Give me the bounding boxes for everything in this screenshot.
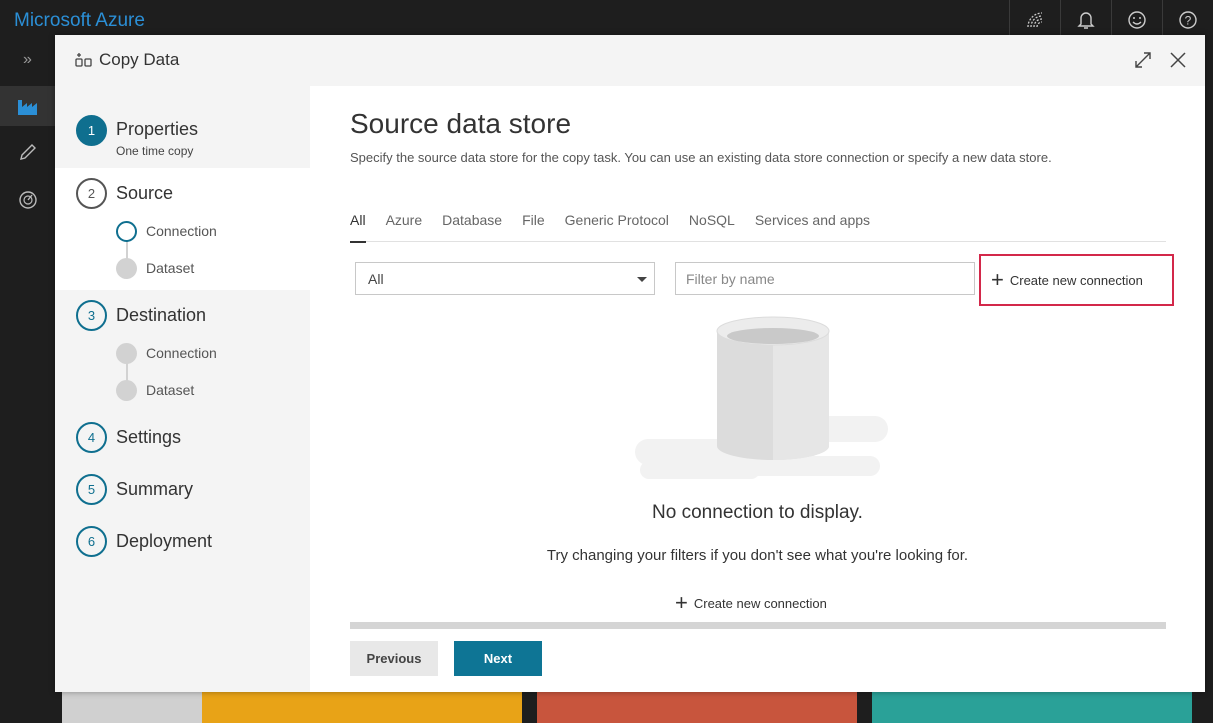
substep-indicator bbox=[116, 380, 137, 401]
background-tile bbox=[872, 690, 1192, 723]
step-number: 4 bbox=[76, 422, 107, 453]
step-number: 6 bbox=[76, 526, 107, 557]
copy-data-icon bbox=[75, 51, 93, 72]
help-icon[interactable]: ? bbox=[1162, 0, 1213, 40]
step-label: Summary bbox=[116, 479, 194, 499]
next-button[interactable]: Next bbox=[454, 641, 542, 676]
background-tile bbox=[202, 690, 522, 723]
step-label: Properties bbox=[116, 119, 199, 139]
svg-text:?: ? bbox=[1185, 14, 1192, 28]
dialog-title: Copy Data bbox=[99, 50, 180, 69]
page-title: Source data store bbox=[350, 108, 572, 139]
close-icon[interactable] bbox=[1165, 47, 1191, 73]
horizontal-scrollbar[interactable] bbox=[350, 622, 1166, 629]
substep-dataset[interactable]: Dataset bbox=[146, 260, 194, 276]
tab-generic-protocol[interactable]: Generic Protocol bbox=[565, 212, 669, 242]
page-description: Specify the source data store for the co… bbox=[350, 150, 1052, 165]
source-data-store-panel: Source data store Specify the source dat… bbox=[310, 86, 1205, 692]
top-icons: ? bbox=[1009, 0, 1213, 40]
brand-title[interactable]: Microsoft Azure bbox=[14, 10, 145, 32]
step-label: Destination bbox=[116, 305, 207, 325]
previous-button[interactable]: Previous bbox=[350, 641, 438, 676]
substep-indicator bbox=[116, 258, 137, 279]
expand-icon[interactable]: » bbox=[0, 40, 55, 80]
tab-services-and-apps[interactable]: Services and apps bbox=[755, 212, 870, 242]
step-label: Deployment bbox=[116, 531, 213, 551]
expand-glyph: » bbox=[23, 51, 32, 68]
step-sublabel: One time copy bbox=[116, 144, 194, 158]
left-nav-rail: » bbox=[0, 40, 55, 723]
step-number: 5 bbox=[76, 474, 107, 505]
filter-by-name-input[interactable] bbox=[675, 262, 975, 295]
empty-state-hint: Try changing your filters if you don't s… bbox=[546, 547, 969, 564]
azure-top-bar: Microsoft Azure ? bbox=[0, 0, 1213, 40]
substep-connection[interactable]: Connection bbox=[146, 223, 217, 239]
wifi-icon[interactable] bbox=[1009, 0, 1060, 40]
step-number: 2 bbox=[76, 178, 107, 209]
tab-nosql[interactable]: NoSQL bbox=[689, 212, 735, 242]
factory-icon[interactable] bbox=[0, 86, 55, 126]
create-connection-label: Create new connection bbox=[1009, 272, 1143, 288]
create-new-connection-button[interactable]: + Create new connection bbox=[979, 254, 1174, 306]
type-filter-dropdown[interactable]: All bbox=[355, 262, 655, 295]
dialog-header: Copy Data bbox=[55, 35, 1205, 85]
category-tabs: All Azure Database File Generic Protocol… bbox=[350, 212, 1166, 243]
substep-dataset[interactable]: Dataset bbox=[146, 382, 194, 398]
plus-icon: + bbox=[991, 267, 1004, 292]
background-tile bbox=[62, 690, 202, 723]
tab-database[interactable]: Database bbox=[442, 212, 502, 242]
substep-indicator bbox=[116, 343, 137, 364]
tab-file[interactable]: File bbox=[522, 212, 545, 242]
bell-icon[interactable] bbox=[1060, 0, 1111, 40]
tab-all[interactable]: All bbox=[350, 212, 366, 243]
empty-state-title: No connection to display. bbox=[652, 502, 863, 523]
step-label: Source bbox=[116, 183, 174, 203]
create-connection-label: Create new connection bbox=[693, 595, 827, 611]
substep-indicator bbox=[116, 221, 137, 242]
plus-icon: + bbox=[675, 590, 688, 615]
substep-connection[interactable]: Connection bbox=[146, 345, 217, 361]
step-label: Settings bbox=[116, 427, 182, 447]
smiley-icon[interactable] bbox=[1111, 0, 1162, 40]
pencil-icon[interactable] bbox=[0, 132, 55, 172]
database-empty-icon bbox=[635, 316, 888, 479]
copy-data-dialog: Copy Data 1 Properties One time copy 2 S… bbox=[55, 35, 1205, 692]
background-tile bbox=[537, 690, 857, 723]
step-number: 3 bbox=[76, 300, 107, 331]
dropdown-value: All bbox=[368, 271, 384, 287]
gauge-icon[interactable] bbox=[0, 180, 55, 220]
step-number: 1 bbox=[76, 115, 107, 146]
chevron-down-icon bbox=[637, 277, 647, 282]
create-new-connection-link[interactable]: + Create new connection bbox=[675, 592, 827, 614]
tab-azure[interactable]: Azure bbox=[386, 212, 423, 242]
maximize-icon[interactable] bbox=[1130, 47, 1156, 73]
